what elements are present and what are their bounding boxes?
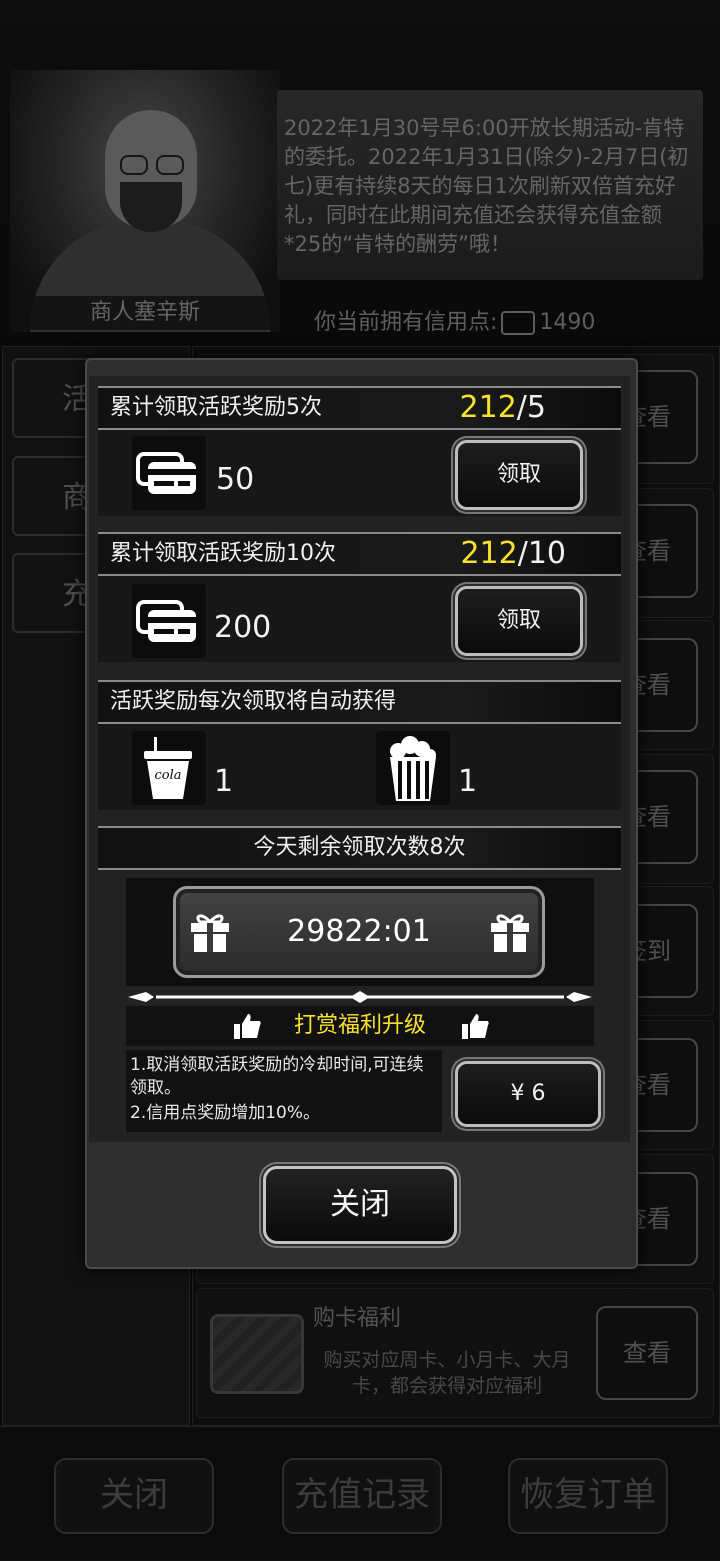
cola-count: 1 — [214, 764, 234, 799]
price-button[interactable]: ¥ 6 — [455, 1061, 601, 1127]
benefit-item: 1.取消领取活跃奖励的冷却时间,可连续领取。 — [130, 1055, 424, 1098]
reward1-title: 累计领取活跃奖励5次 — [110, 395, 322, 420]
popcorn-icon — [376, 731, 450, 805]
auto-reward-title: 活跃奖励每次领取将自动获得 — [98, 680, 621, 724]
reward2-progress: 212/10 — [460, 536, 566, 571]
upgrade-title: 打赏福利升级 — [293, 1013, 426, 1038]
upgrade-benefits: 1.取消领取活跃奖励的冷却时间,可连续领取。 2.信用点奖励增加10%。 — [126, 1050, 442, 1132]
ornament-divider — [128, 991, 592, 1003]
popcorn-count: 1 — [458, 764, 478, 799]
svg-text:cola: cola — [154, 768, 181, 783]
reward1-claim-button[interactable]: 领取 — [455, 440, 583, 510]
reward2-amount: 200 — [214, 610, 272, 645]
thumbs-up-icon — [460, 1011, 490, 1041]
modal-close-button[interactable]: 关闭 — [263, 1166, 457, 1244]
reward2-header: 累计领取活跃奖励10次 212/10 — [98, 532, 621, 576]
credit-card-icon — [132, 436, 206, 510]
credit-card-icon — [132, 584, 206, 658]
reward1-header: 累计领取活跃奖励5次 212/5 — [98, 386, 621, 430]
benefit-item: 2.信用点奖励增加10%。 — [130, 1103, 321, 1123]
cola-icon: cola — [132, 731, 206, 805]
gift-icon — [488, 910, 532, 954]
reward1-progress: 212/5 — [459, 390, 546, 425]
reward2-claim-button[interactable]: 领取 — [455, 586, 583, 656]
reward2-title: 累计领取活跃奖励10次 — [110, 541, 336, 566]
reward1-amount: 50 — [216, 462, 255, 497]
remaining-claims-title: 今天剩余领取次数8次 — [98, 826, 621, 870]
